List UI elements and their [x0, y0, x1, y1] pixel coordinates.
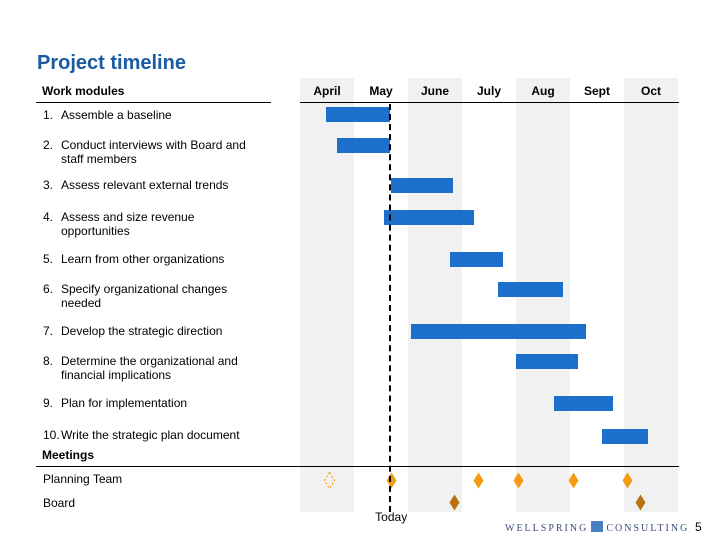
task-text: Assess relevant external trends	[61, 178, 229, 192]
task-label: 4. Assess and size revenue opportunities	[43, 210, 273, 238]
task-label: 3. Assess relevant external trends	[43, 178, 273, 192]
gantt-bar-task-5	[450, 252, 504, 267]
task-text: Conduct interviews with Board and staff …	[61, 138, 246, 166]
month-label-may: May	[369, 84, 393, 98]
meeting-row-label: Planning Team	[43, 472, 123, 486]
task-text: Assemble a baseline	[61, 108, 172, 122]
task-number: 5.	[43, 252, 54, 266]
task-label: 6. Specify organizational changes needed	[43, 282, 273, 310]
month-label-july: July	[476, 84, 501, 98]
task-label: 2. Conduct interviews with Board and staf…	[43, 138, 273, 166]
task-label: 8. Determine the organizational and finan…	[43, 354, 273, 382]
task-label: 7. Develop the strategic direction	[43, 324, 273, 338]
month-label-aug: Aug	[531, 84, 555, 98]
logo-text-right: CONSULTING	[606, 523, 690, 534]
task-label: 10.Write the strategic plan document	[43, 428, 273, 442]
month-band-june	[408, 78, 462, 512]
task-text: Plan for implementation	[61, 396, 188, 410]
task-number: 4.	[43, 210, 54, 224]
month-label-april: April	[313, 84, 341, 98]
gantt-bar-task-6	[498, 282, 563, 297]
gantt-bar-task-10	[601, 429, 648, 444]
task-text: Develop the strategic direction	[61, 324, 223, 338]
meeting-diamond-icon	[449, 494, 460, 511]
gantt-bar-task-4	[384, 210, 474, 225]
task-text: Determine the organizational and financi…	[61, 354, 238, 382]
task-number: 3.	[43, 178, 54, 192]
tentative-meeting-diamond-icon	[323, 472, 335, 489]
task-number: 1.	[43, 108, 54, 122]
gantt-bar-task-8	[516, 354, 579, 369]
task-text: Learn from other organizations	[61, 252, 225, 266]
task-number: 7.	[43, 324, 54, 338]
header-rule	[36, 102, 271, 103]
work-modules-header: Work modules	[42, 84, 125, 98]
page-number: 5	[695, 520, 702, 534]
month-band-oct	[624, 78, 678, 512]
gantt-bar-task-1	[325, 107, 391, 122]
meeting-diamond-icon	[622, 472, 633, 489]
task-label: 1. Assemble a baseline	[43, 108, 273, 122]
gantt-bar-task-2	[337, 138, 391, 153]
logo-emblem-icon	[591, 521, 604, 532]
logo-text-left: WELLSPRING	[505, 523, 589, 534]
meeting-diamond-icon	[513, 472, 524, 489]
gantt-bar-task-7	[411, 324, 587, 339]
task-text: Assess and size revenue opportunities	[61, 210, 195, 238]
today-label: Today	[375, 510, 408, 524]
today-marker-line	[389, 104, 392, 512]
task-label: 9. Plan for implementation	[43, 396, 273, 410]
meeting-diamond-icon	[473, 472, 484, 489]
task-number: 2.	[43, 138, 54, 152]
task-number: 10.	[43, 428, 60, 442]
month-label-oct: Oct	[640, 84, 661, 98]
company-logo: WELLSPRING CONSULTING	[505, 521, 689, 534]
meeting-diamond-icon	[386, 472, 397, 489]
meetings-rule	[36, 466, 679, 467]
task-number: 9.	[43, 396, 54, 410]
meeting-diamond-icon	[635, 494, 646, 511]
month-label-june: June	[420, 84, 449, 98]
meetings-header: Meetings	[42, 448, 95, 462]
meeting-row-label: Board	[43, 496, 76, 510]
task-label: 5. Learn from other organizations	[43, 252, 273, 266]
gantt-bar-task-9	[553, 396, 614, 411]
task-text: Specify organizational changes needed	[61, 282, 228, 310]
task-number: 6.	[43, 282, 54, 296]
month-header-rule	[300, 102, 679, 103]
task-number: 8.	[43, 354, 54, 368]
task-text: Write the strategic plan document	[61, 428, 240, 442]
gantt-bar-task-3	[391, 178, 453, 193]
month-label-sept: Sept	[583, 84, 610, 98]
meeting-diamond-icon	[568, 472, 579, 489]
page-title: Project timeline	[37, 52, 186, 74]
